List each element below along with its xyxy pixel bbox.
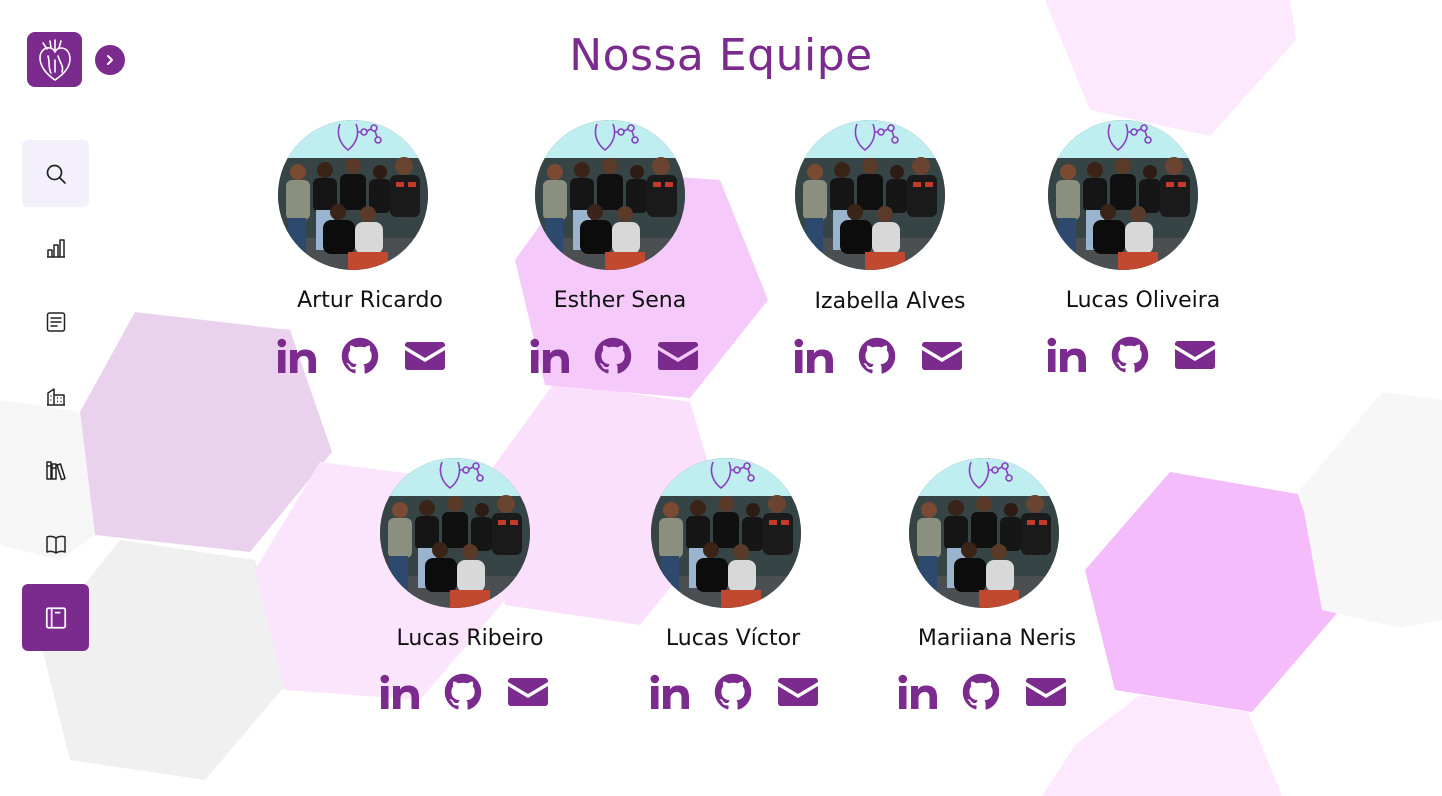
email-link[interactable] <box>922 336 962 376</box>
email-link[interactable] <box>658 336 698 376</box>
bar-chart-icon <box>46 238 65 258</box>
github-link[interactable] <box>858 336 896 376</box>
team-member-card: Artur Ricardo <box>260 120 480 390</box>
linkedin-icon <box>794 338 833 373</box>
member-social-links <box>1047 335 1217 375</box>
linkedin-link[interactable] <box>380 672 420 712</box>
github-icon <box>858 337 896 374</box>
sidebar-nav <box>22 140 90 658</box>
member-name: Mariiana Neris <box>917 626 1077 651</box>
linkedin-link[interactable] <box>794 336 834 376</box>
team-member-card: Mariiana Neris <box>887 458 1107 728</box>
linkedin-icon <box>650 674 689 709</box>
member-photo <box>1048 120 1198 270</box>
member-photo <box>535 120 685 270</box>
member-name: Lucas Oliveira <box>1065 288 1221 313</box>
linkedin-link[interactable] <box>1047 335 1087 375</box>
github-link[interactable] <box>714 672 752 712</box>
member-social-links <box>898 672 1068 712</box>
member-social-links <box>794 336 964 376</box>
github-icon <box>444 673 482 710</box>
github-icon <box>962 673 1000 710</box>
email-icon <box>922 342 962 370</box>
page-title: Nossa Equipe <box>569 30 873 81</box>
email-icon <box>778 678 818 706</box>
team-member-card: Lucas Víctor <box>623 458 843 728</box>
github-icon <box>594 337 632 374</box>
nav-item-library[interactable] <box>22 436 89 503</box>
linkedin-icon <box>380 674 419 709</box>
nav-item-team[interactable] <box>22 584 89 651</box>
search-icon <box>46 164 66 184</box>
linkedin-icon <box>277 338 316 373</box>
email-link[interactable] <box>1026 672 1066 712</box>
linkedin-icon <box>898 674 937 709</box>
member-photo <box>380 458 530 608</box>
member-name: Izabella Alves <box>814 289 966 314</box>
member-photo <box>909 458 1059 608</box>
member-photo <box>795 120 945 270</box>
github-link[interactable] <box>962 672 1000 712</box>
buildings-icon <box>46 387 65 406</box>
notebook-icon <box>45 606 66 629</box>
nav-item-institutions[interactable] <box>22 362 89 429</box>
member-name: Lucas Víctor <box>665 626 801 651</box>
email-icon <box>1175 341 1215 369</box>
email-icon <box>1026 678 1066 706</box>
github-icon <box>341 337 379 374</box>
member-name: Lucas Ribeiro <box>396 626 544 651</box>
member-social-links <box>277 336 447 376</box>
linkedin-icon <box>530 338 569 373</box>
linkedin-link[interactable] <box>530 336 570 376</box>
member-photo <box>278 120 428 270</box>
linkedin-link[interactable] <box>650 672 690 712</box>
email-link[interactable] <box>405 336 445 376</box>
email-link[interactable] <box>778 672 818 712</box>
github-link[interactable] <box>1111 335 1149 375</box>
email-link[interactable] <box>1175 335 1215 375</box>
linkedin-link[interactable] <box>277 336 317 376</box>
linkedin-link[interactable] <box>898 672 938 712</box>
member-name: Artur Ricardo <box>297 288 443 313</box>
team-member-card: Esther Sena <box>510 120 730 390</box>
email-icon <box>405 342 445 370</box>
member-social-links <box>380 672 550 712</box>
member-name: Esther Sena <box>553 288 687 313</box>
member-social-links <box>650 672 820 712</box>
team-member-card: Lucas Oliveira <box>1033 120 1253 390</box>
library-icon <box>45 460 66 480</box>
open-book-icon <box>45 535 66 554</box>
github-link[interactable] <box>594 336 632 376</box>
member-social-links <box>530 336 700 376</box>
team-member-card: Izabella Alves <box>780 120 1000 390</box>
email-icon <box>508 678 548 706</box>
member-photo <box>651 458 801 608</box>
github-link[interactable] <box>341 336 379 376</box>
linkedin-icon <box>1047 337 1086 372</box>
team-member-card: Lucas Ribeiro <box>360 458 580 728</box>
email-icon <box>658 342 698 370</box>
nav-item-search[interactable] <box>22 140 89 207</box>
document-icon <box>46 311 65 332</box>
github-icon <box>714 673 752 710</box>
nav-item-guides[interactable] <box>22 510 89 577</box>
github-link[interactable] <box>444 672 482 712</box>
nav-item-articles[interactable] <box>22 288 89 355</box>
nav-item-dashboard[interactable] <box>22 214 89 281</box>
github-icon <box>1111 336 1149 373</box>
email-link[interactable] <box>508 672 548 712</box>
